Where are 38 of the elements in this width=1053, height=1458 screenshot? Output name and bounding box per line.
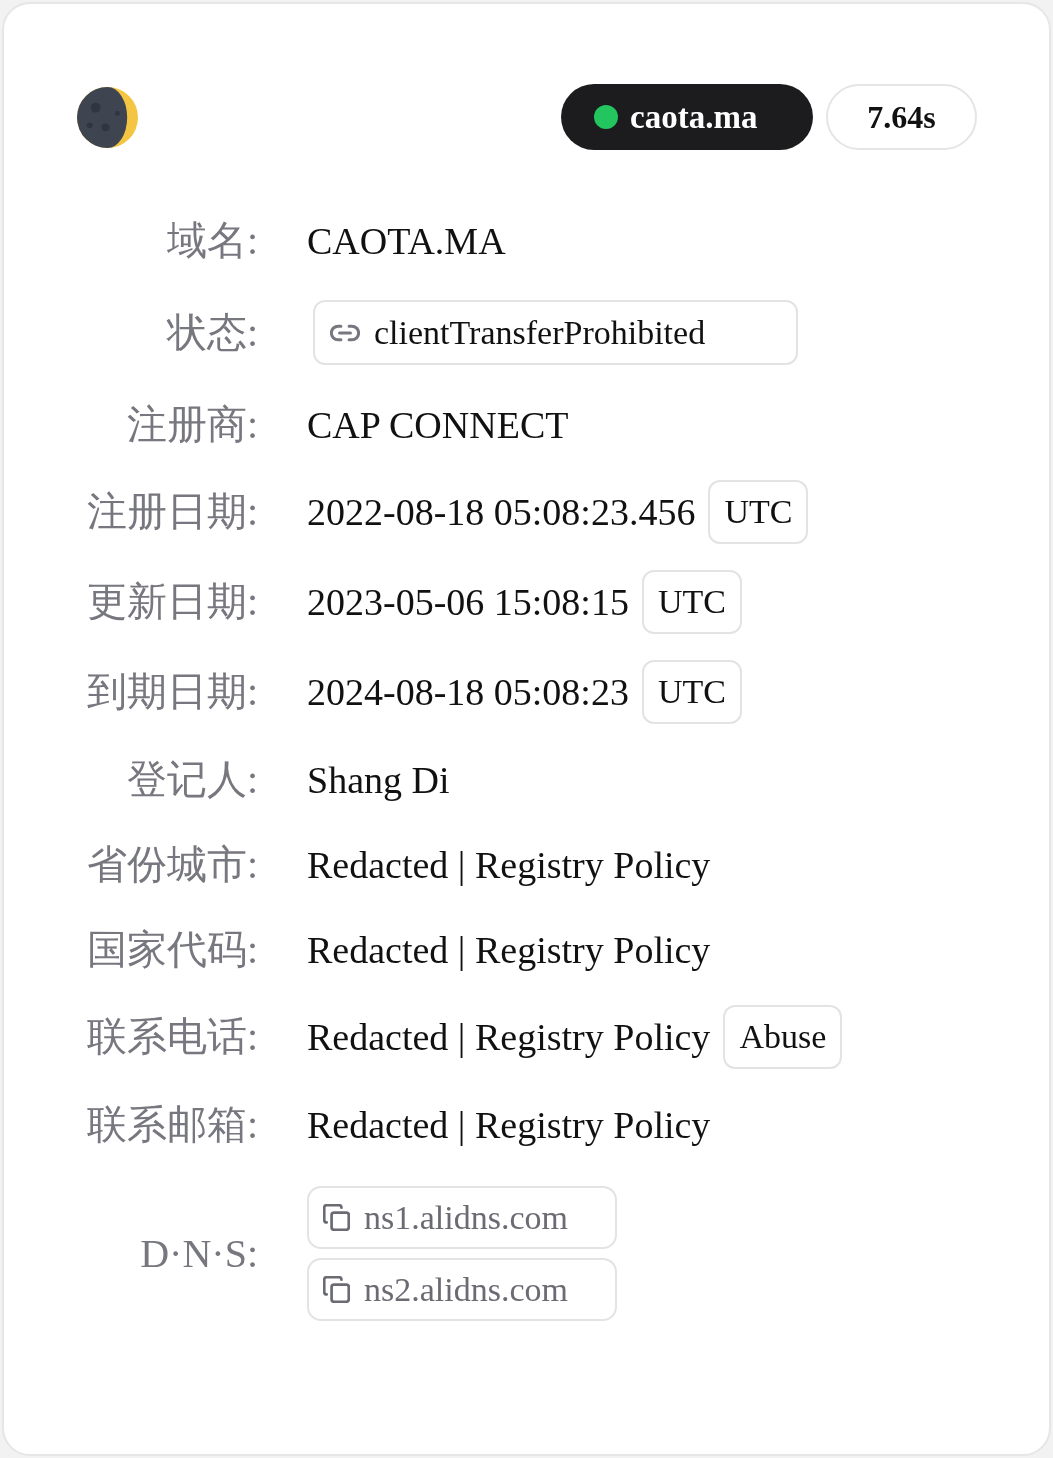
nameserver-text: ns1.alidns.com xyxy=(364,1200,568,1235)
field-label: 省份城市: xyxy=(85,844,258,885)
field-value: 2024-08-18 05:08:23 xyxy=(307,673,629,711)
copy-icon xyxy=(323,1276,350,1303)
field-label: 联系邮箱: xyxy=(85,1104,258,1145)
field-label: 登记人: xyxy=(125,759,258,800)
field-label: 域名: xyxy=(165,220,258,261)
field-label: 注册商: xyxy=(125,404,258,445)
field-value: 2022-08-18 05:08:23.456 xyxy=(307,493,696,531)
field-tag: UTC xyxy=(708,480,809,544)
field-label: 更新日期: xyxy=(85,582,258,622)
field-value: Redacted | Registry Policy xyxy=(307,845,711,884)
field-label: D·N·S: xyxy=(139,1233,258,1274)
field-tag: UTC xyxy=(641,660,742,724)
domain-name: caota.ma xyxy=(630,100,758,134)
elapsed-time: 7.64s xyxy=(826,84,977,150)
field-label: 国家代码: xyxy=(85,929,258,970)
status-text: clientTransferProhibited xyxy=(374,315,706,350)
field-tag: Abuse xyxy=(723,1005,843,1069)
field-value: CAP CONNECT xyxy=(307,405,569,444)
field-value: Shang Di xyxy=(307,760,450,799)
link-icon xyxy=(330,323,360,342)
field-label: 联系电话: xyxy=(85,1017,258,1057)
copy-icon xyxy=(323,1204,350,1231)
field-label: 状态: xyxy=(165,312,258,353)
field-value: Redacted | Registry Policy xyxy=(307,930,711,969)
field-value: CAOTA.MA xyxy=(307,221,506,260)
moon-icon xyxy=(77,86,138,148)
field-value: 2023-05-06 15:08:15 xyxy=(307,583,629,621)
nameserver-text: ns2.alidns.com xyxy=(364,1272,568,1307)
field-label: 注册日期: xyxy=(85,492,258,532)
field-tag: UTC xyxy=(641,570,742,634)
nameserver-chip[interactable]: ns1.alidns.com xyxy=(307,1186,617,1249)
field-label: 到期日期: xyxy=(85,672,258,712)
field-value: Redacted | Registry Policy xyxy=(307,1018,711,1056)
field-value: Redacted | Registry Policy xyxy=(307,1105,711,1144)
nameserver-chip[interactable]: ns2.alidns.com xyxy=(307,1258,617,1321)
status-chip[interactable]: clientTransferProhibited xyxy=(313,300,798,365)
